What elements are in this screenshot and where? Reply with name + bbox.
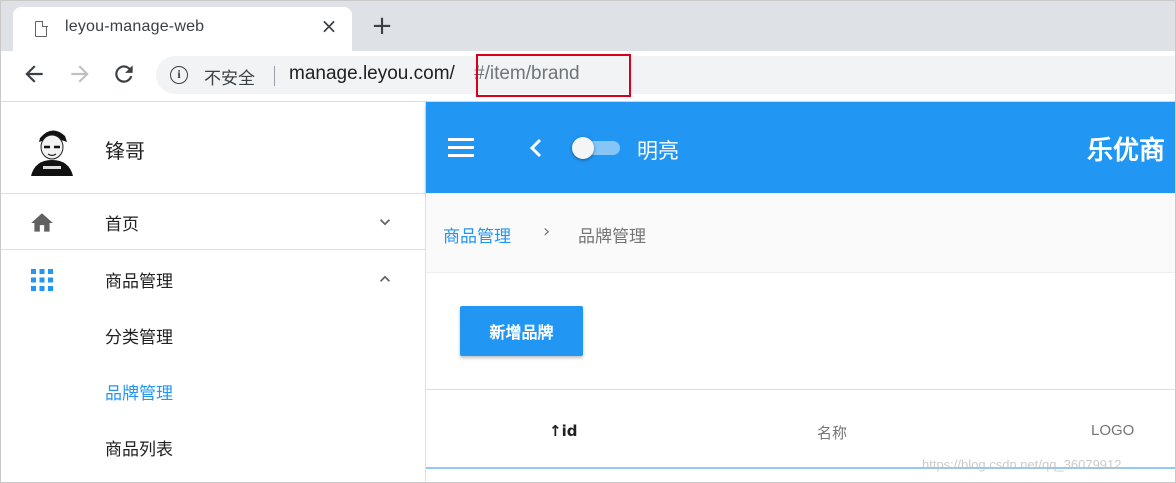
toggle-thumb — [572, 137, 594, 159]
browser-window: leyou-manage-web × + i 不安全 manage.leyou.… — [0, 0, 1176, 483]
sidebar-subitem-brand[interactable]: 品牌管理 — [105, 379, 173, 404]
chevron-down-icon — [380, 219, 390, 226]
new-tab-icon[interactable]: + — [369, 13, 395, 40]
security-label[interactable]: 不安全 — [204, 64, 255, 89]
document-icon — [35, 20, 48, 37]
home-icon — [31, 213, 53, 232]
close-tab-icon[interactable]: × — [318, 15, 340, 37]
url-highlight-box — [476, 54, 631, 97]
app-toolbar: 明亮 乐优商 — [426, 102, 1175, 193]
reload-icon[interactable] — [111, 61, 137, 87]
watermark: https://blog.csdn.net/qq_36079912 — [922, 457, 1122, 472]
app-title: 乐优商 — [1087, 136, 1166, 166]
breadcrumb-separator: › — [543, 221, 551, 242]
column-header-id[interactable]: ↑id — [549, 422, 577, 440]
theme-label: 明亮 — [637, 139, 679, 163]
browser-tab[interactable]: leyou-manage-web × — [13, 7, 352, 51]
sidebar-item-goods[interactable]: 商品管理 — [1, 251, 426, 307]
apps-grid-icon — [31, 269, 53, 291]
user-profile: 锋哥 — [1, 102, 426, 194]
column-header-logo[interactable]: LOGO — [1091, 422, 1134, 439]
tab-title: leyou-manage-web — [65, 18, 205, 35]
breadcrumb: 商品管理 › 品牌管理 — [426, 193, 1175, 273]
tab-strip: leyou-manage-web × + — [1, 1, 1175, 51]
breadcrumb-current: 品牌管理 — [578, 227, 646, 247]
url-host[interactable]: manage.leyou.com/ — [289, 63, 455, 85]
sidebar: 锋哥 首页 商品管理 分类管理 品牌管理 商品列表 — [1, 102, 426, 482]
add-brand-button[interactable]: 新增品牌 — [460, 306, 583, 356]
main-content: 新增品牌 ↑id 名称 LOGO https://blog.csdn.net/q… — [426, 273, 1175, 482]
divider — [274, 66, 275, 86]
sidebar-item-label: 首页 — [105, 215, 139, 235]
column-header-name[interactable]: 名称 — [817, 422, 847, 443]
sidebar-item-label: 商品管理 — [105, 272, 173, 292]
sidebar-subitem-goods-list[interactable]: 商品列表 — [105, 435, 173, 460]
info-icon[interactable]: i — [170, 66, 188, 84]
forward-icon[interactable] — [67, 61, 93, 87]
sidebar-subitem-category[interactable]: 分类管理 — [105, 323, 173, 348]
user-name: 锋哥 — [105, 139, 145, 163]
chevron-left-icon[interactable] — [526, 137, 546, 159]
address-bar[interactable]: i 不安全 manage.leyou.com/ #/item/brand — [156, 56, 1175, 94]
back-icon[interactable] — [21, 61, 47, 87]
breadcrumb-parent[interactable]: 商品管理 — [443, 222, 511, 247]
chevron-up-icon — [380, 275, 390, 282]
menu-icon[interactable] — [448, 138, 474, 158]
theme-toggle[interactable] — [572, 137, 620, 159]
avatar — [23, 120, 81, 178]
sidebar-item-home[interactable]: 首页 — [1, 194, 426, 250]
